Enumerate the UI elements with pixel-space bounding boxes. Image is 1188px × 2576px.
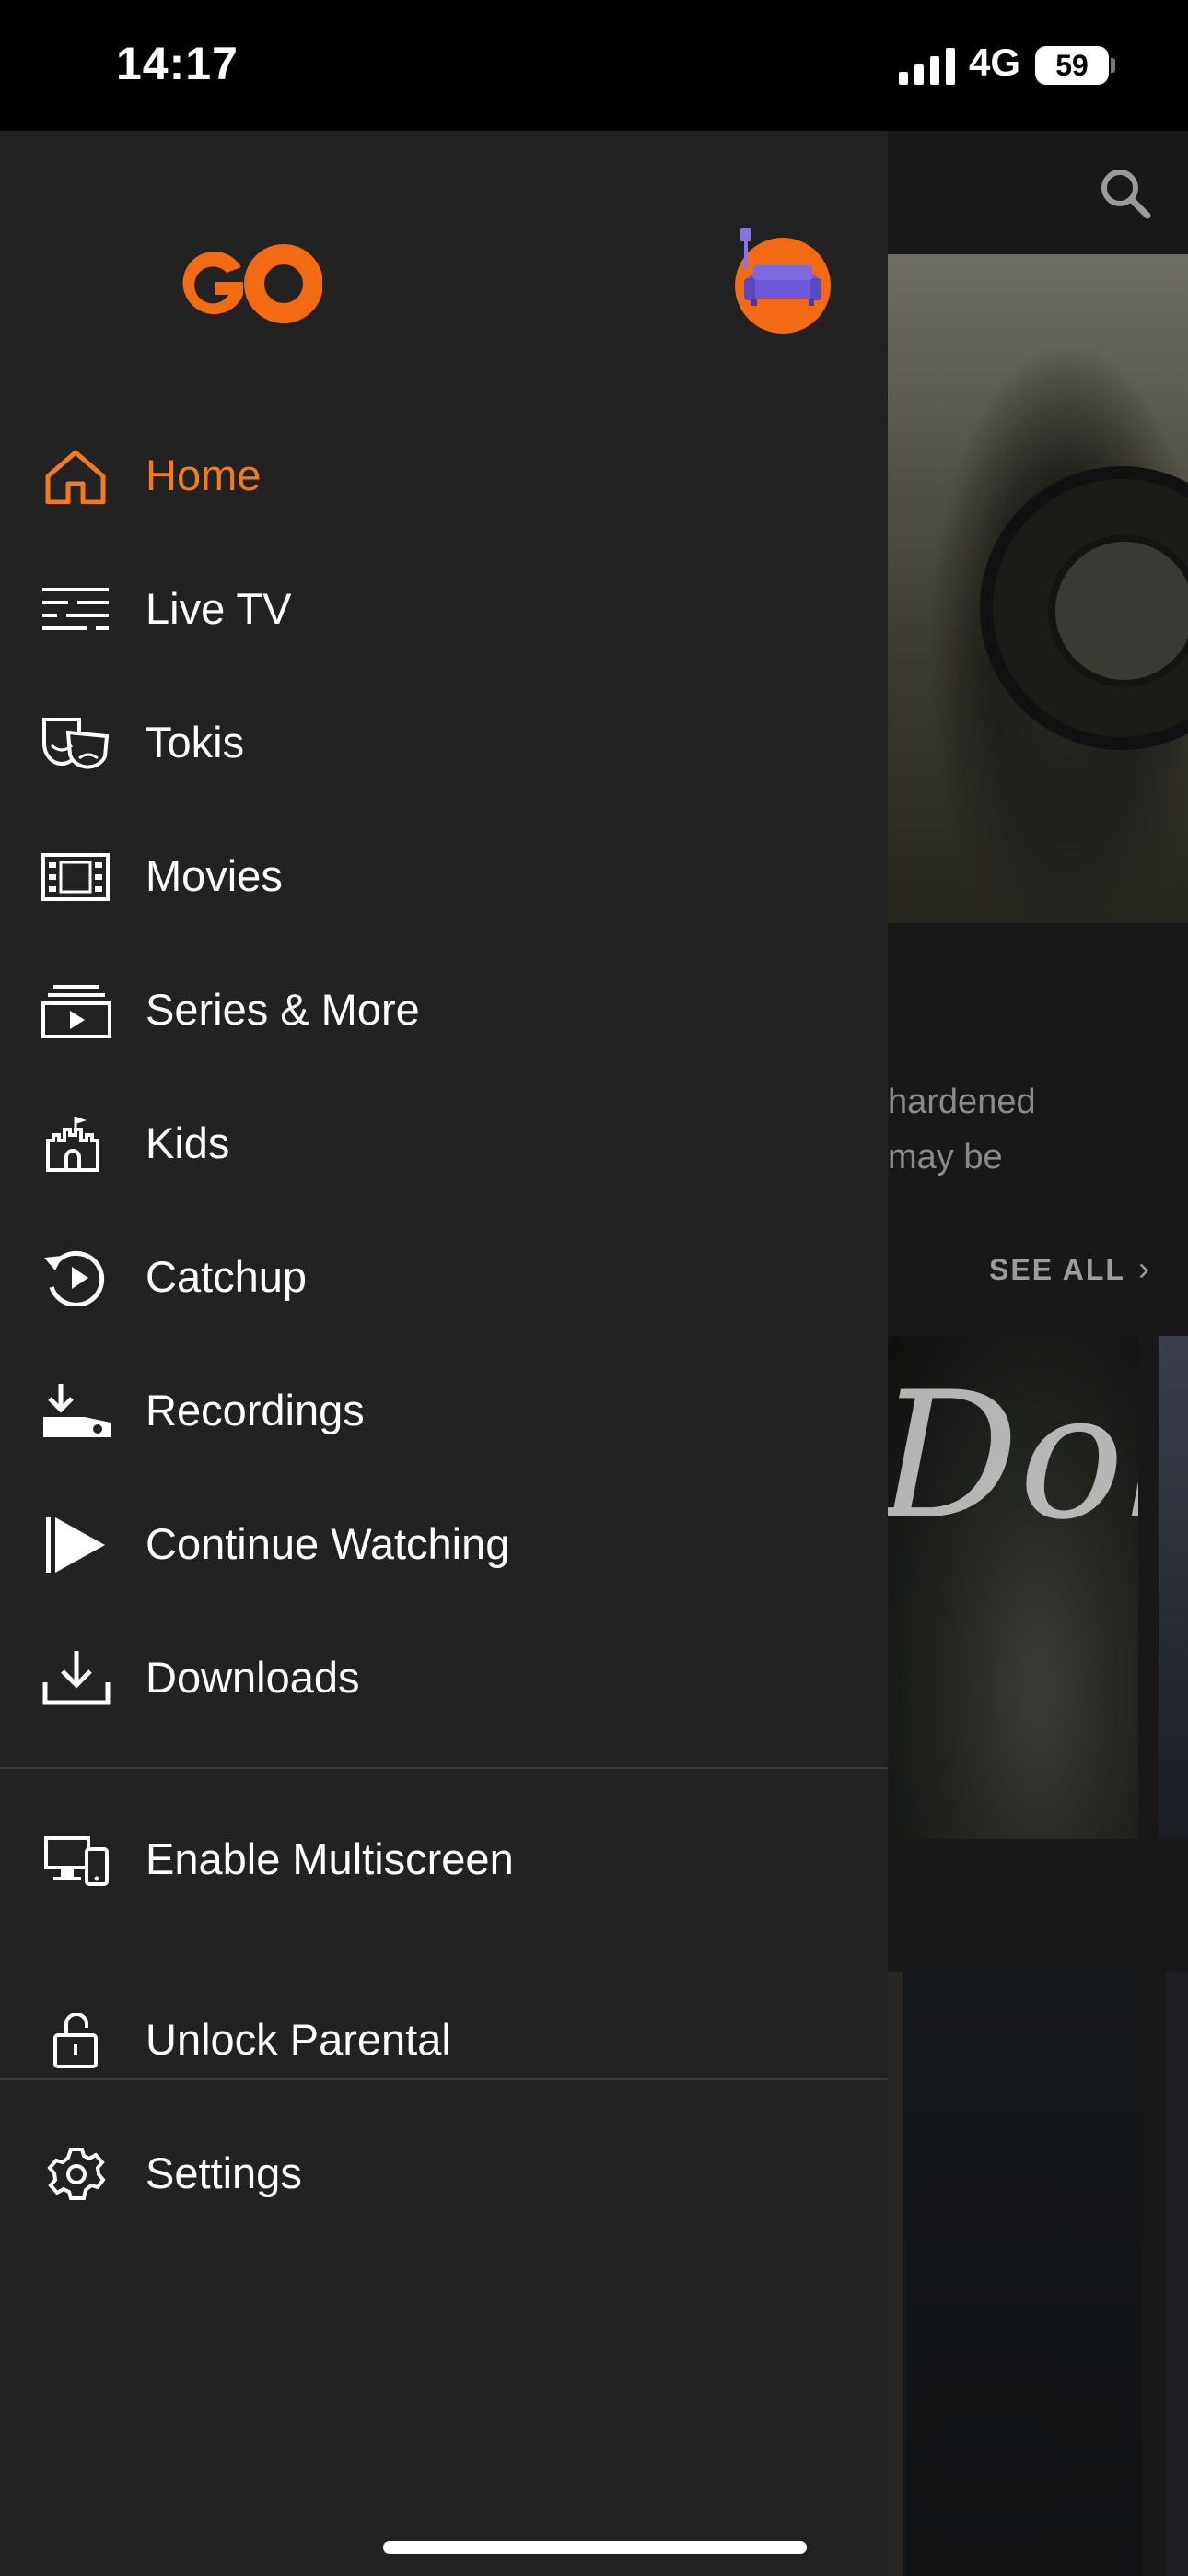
see-all-link[interactable]: SEE ALL xyxy=(989,1253,1125,1287)
gear-icon xyxy=(47,2148,106,2200)
menu-item-settings[interactable]: Settings xyxy=(0,2124,888,2225)
menu-item-continue-watching[interactable]: Continue Watching xyxy=(0,1494,888,1596)
menu-item-movies[interactable]: Movies xyxy=(0,826,888,928)
chevron-right-icon: › xyxy=(1138,1249,1149,1287)
battery-tip xyxy=(1111,58,1115,73)
menu-label: Movies xyxy=(146,851,283,900)
battery-icon: 59 xyxy=(1035,46,1109,85)
menu-label: Catchup xyxy=(146,1252,308,1301)
menu-label: Live TV xyxy=(146,584,292,633)
poster-card[interactable] xyxy=(888,1972,903,2576)
menu-item-live-tv[interactable]: Live TV xyxy=(0,559,888,661)
menu-item-series-more[interactable]: Series & More xyxy=(0,960,888,1061)
menu-label: Enable Multiscreen xyxy=(146,1834,514,1883)
hero-banner[interactable] xyxy=(888,254,1188,923)
poster-title-script: Dolf xyxy=(888,1354,1138,1558)
status-time: 14:17 xyxy=(116,38,239,89)
home-indicator[interactable] xyxy=(383,2541,807,2554)
download-icon xyxy=(42,1651,111,1705)
menu-item-tokis[interactable]: Tokis xyxy=(0,693,888,794)
poster-card[interactable] xyxy=(1166,1972,1188,2576)
menu-item-recordings[interactable]: Recordings xyxy=(0,1361,888,1462)
hero-description-line2: may be xyxy=(888,1138,1003,1177)
live-tv-icon xyxy=(42,588,109,630)
menu-label: Settings xyxy=(146,2149,302,2197)
menu-label: Kids xyxy=(146,1118,230,1167)
play-icon xyxy=(46,1517,105,1573)
menu-label: Tokis xyxy=(146,718,245,767)
theater-masks-icon xyxy=(42,718,110,769)
poster-card[interactable] xyxy=(906,1972,1142,2576)
menu-item-home[interactable]: Home xyxy=(0,426,888,527)
status-bar: 14:17 4G 59 xyxy=(0,0,1188,131)
menu-label: Series & More xyxy=(146,985,420,1034)
menu-label: Continue Watching xyxy=(146,1519,510,1568)
unlock-icon xyxy=(53,2013,98,2068)
sofa-icon xyxy=(740,228,821,306)
profile-avatar[interactable] xyxy=(735,228,831,334)
menu-label: Unlock Parental xyxy=(146,2015,451,2064)
poster-card[interactable]: Dolf xyxy=(888,1336,1138,1839)
network-type: 4G xyxy=(969,41,1021,84)
menu-item-kids[interactable]: Kids xyxy=(0,1094,888,1195)
hero-image-tire xyxy=(980,466,1188,750)
home-icon xyxy=(45,450,106,504)
menu-label: Home xyxy=(146,451,262,499)
film-icon xyxy=(41,853,110,901)
multiscreen-icon xyxy=(44,1836,109,1886)
castle-icon xyxy=(46,1117,99,1172)
navigation-drawer: GO Home xyxy=(0,131,888,2576)
replay-icon xyxy=(44,1250,105,1306)
poster-card[interactable] xyxy=(1159,1336,1188,1839)
signal-icon xyxy=(899,48,955,85)
recordings-icon xyxy=(43,1384,111,1437)
menu-label: Downloads xyxy=(146,1653,360,1702)
menu-label: Recordings xyxy=(146,1386,365,1434)
menu-item-catchup[interactable]: Catchup xyxy=(0,1227,888,1329)
search-icon[interactable] xyxy=(1096,164,1155,223)
menu-item-enable-multiscreen[interactable]: Enable Multiscreen xyxy=(0,1809,888,1911)
series-stack-icon xyxy=(41,985,111,1038)
menu-item-downloads[interactable]: Downloads xyxy=(0,1628,888,1729)
menu-item-unlock-parental[interactable]: Unlock Parental xyxy=(0,1990,888,2091)
go-logo[interactable]: GO xyxy=(169,241,322,326)
menu-divider xyxy=(0,1767,888,1769)
hero-description-line1: hardened xyxy=(888,1083,1036,1121)
hero-description: hardened may be xyxy=(888,1074,1182,1185)
